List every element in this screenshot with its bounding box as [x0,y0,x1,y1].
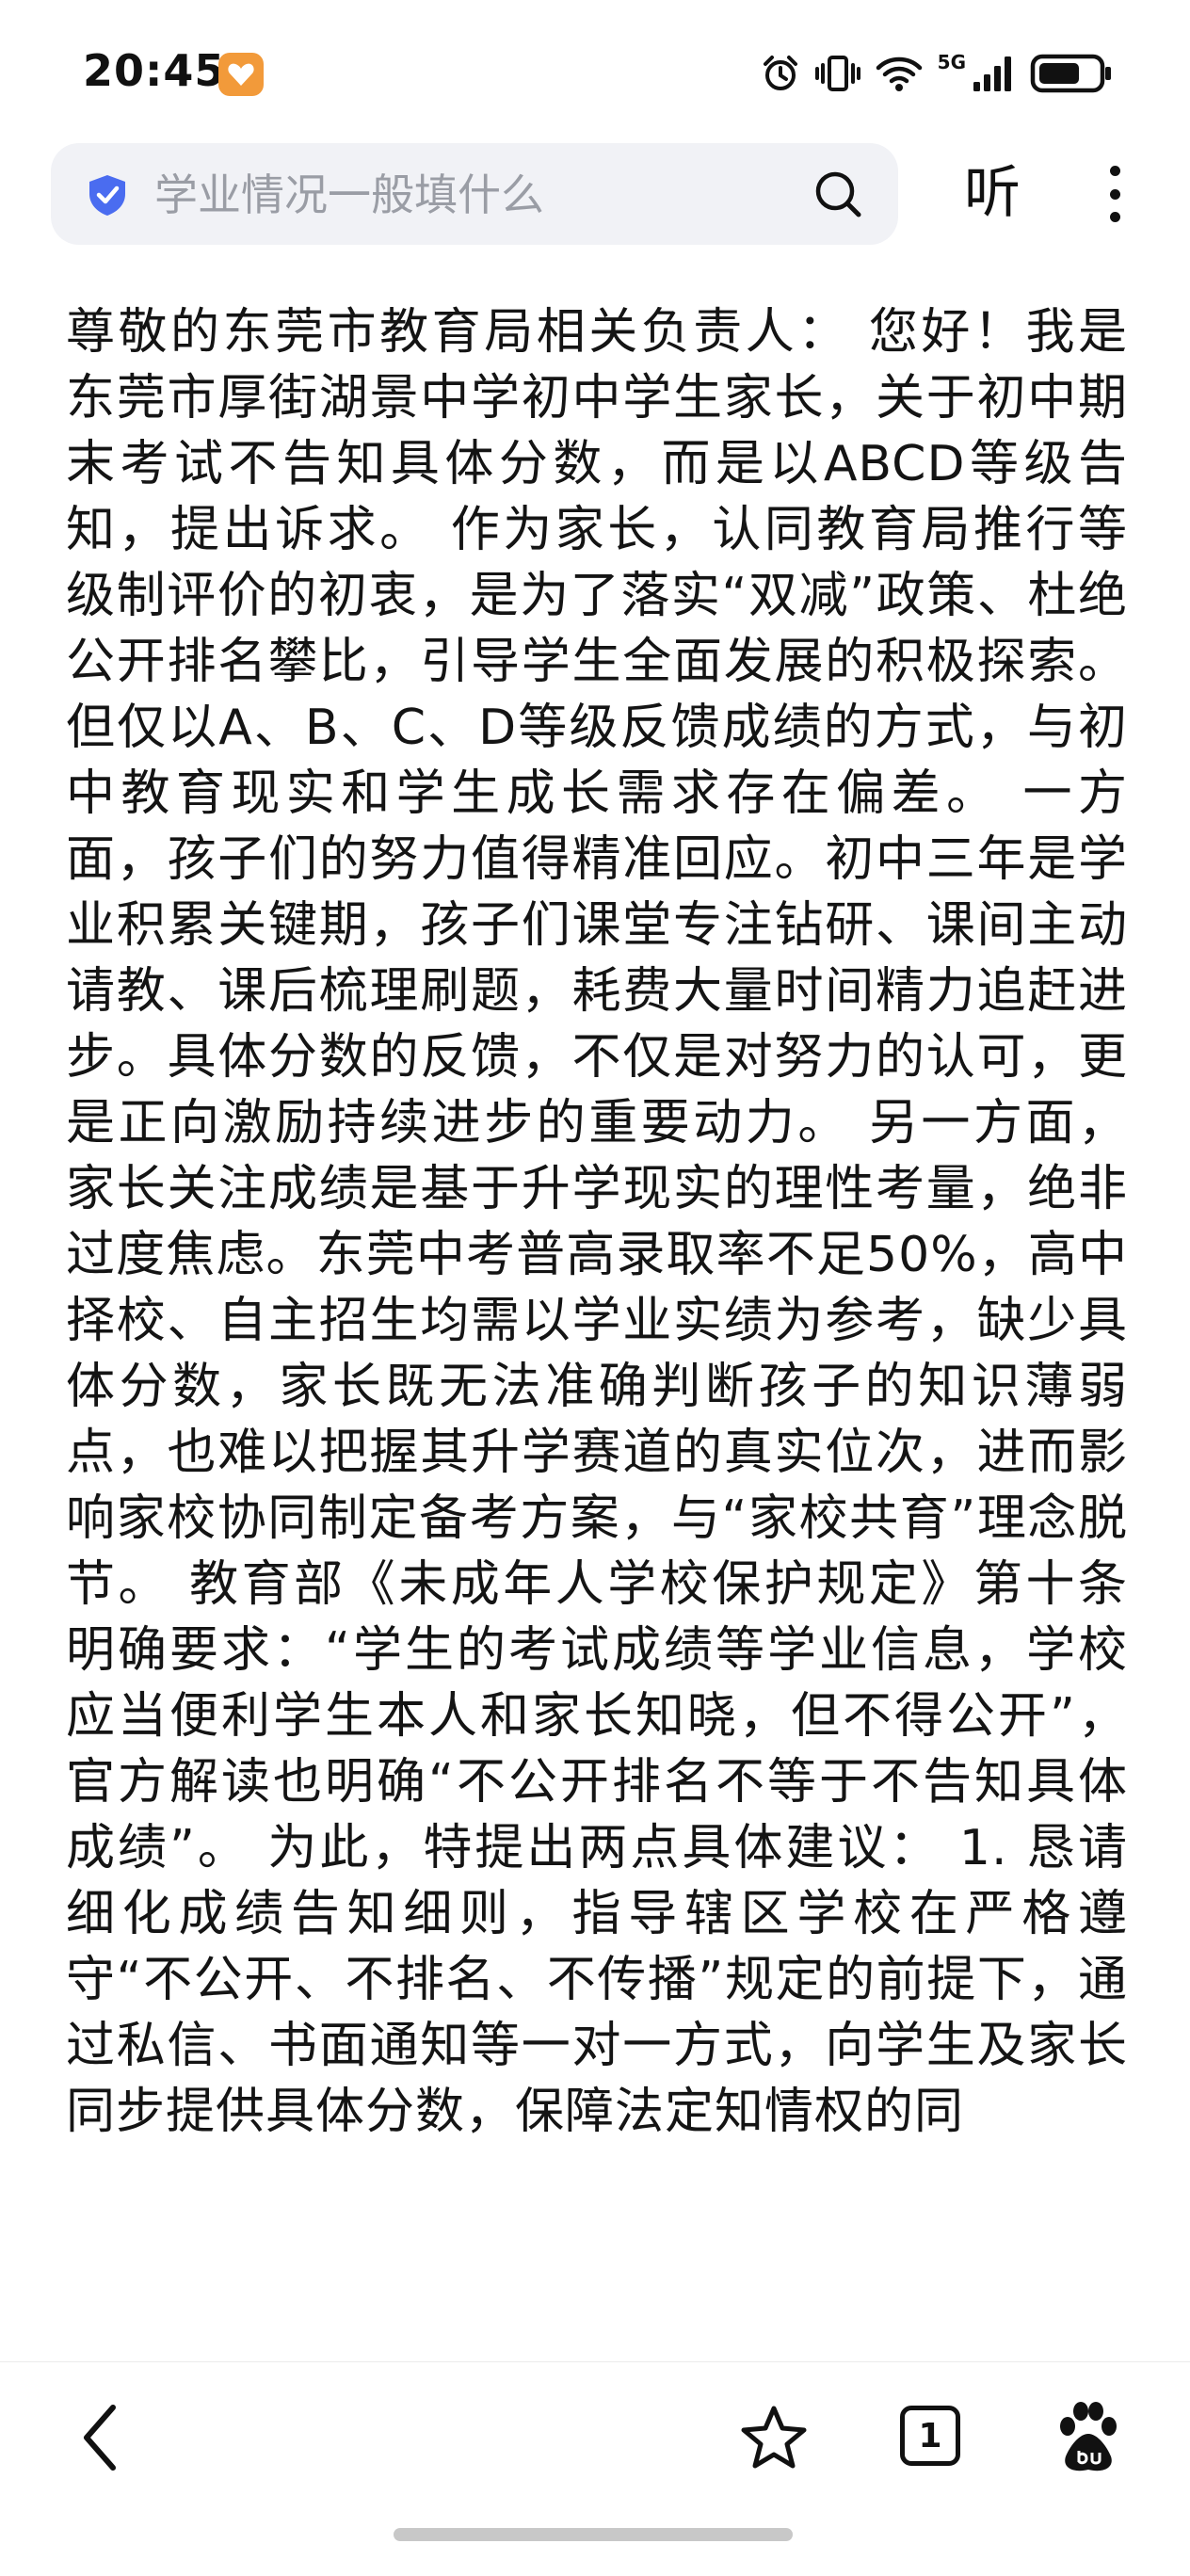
more-options-button[interactable] [1092,162,1137,226]
more-icon-dot [1109,212,1120,222]
search-query[interactable]: 学业情况一般填什么 [154,169,544,220]
battery-icon [1030,54,1111,93]
signal-icon [973,56,1011,91]
home-indicator[interactable] [394,2528,793,2541]
shield-icon [89,175,125,216]
more-icon-dot [1109,188,1120,200]
network-type-label: 5G [937,51,966,73]
search-icon[interactable] [812,168,864,220]
status-time: 20:45 [83,45,226,96]
article-body: 尊敬的东莞市教育局相关负责人： 您好！我是东莞市厚街湖景中学初中学生家长，关于初… [66,304,1128,2140]
bottom-nav-bar: 1 [0,2361,1190,2576]
vibrate-icon [814,56,860,91]
back-arrow-icon[interactable] [72,2400,128,2475]
notification-app-icon [218,53,264,96]
more-icon-dot [1109,166,1120,176]
wifi-icon [876,56,922,91]
status-icons: 5G [761,49,1113,98]
baidu-paw-icon[interactable] [1053,2400,1124,2475]
listen-button[interactable]: 听 [964,160,1021,226]
tabs-count-button[interactable]: 1 [900,2406,960,2466]
status-bar: 20:45 5G [0,0,1190,141]
search-bar[interactable]: 学业情况一般填什么 [51,143,898,245]
browser-screen: 20:45 5G 学业情况一般填什么 听 尊敬的东莞市教育局相关负责人： 您好！… [0,0,1190,2576]
favorite-star-icon[interactable] [740,2404,808,2471]
alarm-icon [763,56,797,90]
